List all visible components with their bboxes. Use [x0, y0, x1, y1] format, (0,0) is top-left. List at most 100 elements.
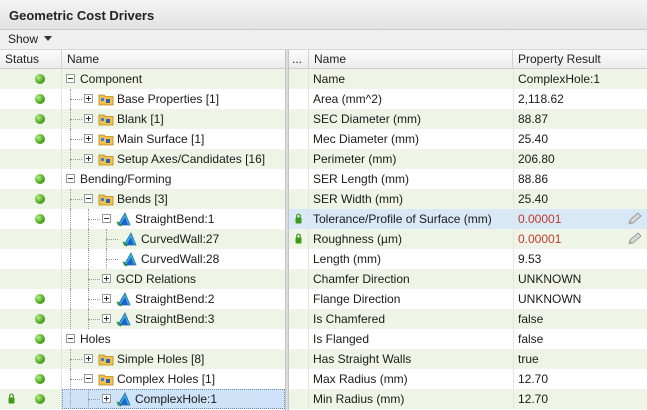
property-name-column-header[interactable]: Name	[309, 50, 513, 69]
property-row[interactable]: Tolerance/Profile of Surface (mm) 0.00001	[289, 209, 647, 229]
property-name: Flange Direction	[313, 292, 401, 306]
tree-row[interactable]: Holes	[0, 329, 285, 349]
status-cell	[0, 149, 62, 169]
expand-toggle[interactable]	[102, 394, 111, 403]
property-row[interactable]: Perimeter (mm) 206.80	[289, 149, 647, 169]
status-cell	[0, 169, 62, 189]
edit-pencil-icon[interactable]	[626, 231, 642, 247]
property-row[interactable]: SER Length (mm) 88.86	[289, 169, 647, 189]
status-column-header[interactable]: Status	[0, 50, 62, 69]
collapse-toggle[interactable]	[84, 374, 93, 383]
minus-stroke	[68, 178, 73, 179]
tree-name-cell[interactable]: Base Properties [1]	[62, 89, 285, 109]
status-cell	[0, 269, 62, 289]
property-marker-cell	[289, 269, 309, 289]
tree-row[interactable]: Main Surface [1]	[0, 129, 285, 149]
property-row[interactable]: Mec Diameter (mm) 25.40	[289, 129, 647, 149]
tree-row[interactable]: CurvedWall:27	[0, 229, 285, 249]
property-row[interactable]: Flange Direction UNKNOWN	[289, 289, 647, 309]
plus-stroke	[106, 396, 107, 401]
property-row[interactable]: Is Chamfered false	[289, 309, 647, 329]
property-row[interactable]: Name ComplexHole:1	[289, 69, 647, 89]
tree-row[interactable]: StraightBend:1	[0, 209, 285, 229]
property-row[interactable]: Chamfer Direction UNKNOWN	[289, 269, 647, 289]
tree-item-label: ComplexHole:1	[135, 392, 218, 406]
expand-toggle[interactable]	[84, 354, 93, 363]
property-row[interactable]: Min Radius (mm) 12.70	[289, 389, 647, 409]
status-cell	[0, 189, 62, 209]
tree-name-cell[interactable]: Bends [3]	[62, 189, 285, 209]
collapse-toggle[interactable]	[102, 214, 111, 223]
property-row[interactable]: Is Flanged false	[289, 329, 647, 349]
tree-name-cell[interactable]: StraightBend:1	[62, 209, 285, 229]
expand-toggle[interactable]	[84, 154, 93, 163]
expand-toggle[interactable]	[84, 134, 93, 143]
marker-column-header[interactable]: ...	[289, 50, 309, 69]
tree-name-cell[interactable]: Setup Axes/Candidates [16]	[62, 149, 285, 169]
property-row[interactable]: Area (mm^2) 2,118.62	[289, 89, 647, 109]
folder-icon	[98, 352, 114, 366]
property-name: SER Width (mm)	[313, 192, 403, 206]
tree-row[interactable]: Complex Holes [1]	[0, 369, 285, 389]
tree-name-cell[interactable]: GCD Relations	[62, 269, 285, 289]
folder-icon	[98, 152, 114, 166]
expand-toggle[interactable]	[102, 314, 111, 323]
property-row[interactable]: Roughness (µm) 0.00001	[289, 229, 647, 249]
tree-name-cell[interactable]: CurvedWall:27	[62, 229, 285, 249]
property-value: ComplexHole:1	[518, 72, 601, 86]
expand-toggle[interactable]	[102, 274, 111, 283]
tree-row[interactable]: Bending/Forming	[0, 169, 285, 189]
expand-toggle[interactable]	[84, 94, 93, 103]
tree-row[interactable]: Simple Holes [8]	[0, 349, 285, 369]
property-row[interactable]: Max Radius (mm) 12.70	[289, 369, 647, 389]
title-bar: Geometric Cost Drivers	[0, 0, 647, 30]
tree-name-cell[interactable]: StraightBend:3	[62, 309, 285, 329]
expand-toggle[interactable]	[102, 294, 111, 303]
property-row[interactable]: SER Width (mm) 25.40	[289, 189, 647, 209]
tree-row[interactable]: ComplexHole:1	[0, 389, 285, 409]
tree-row[interactable]: Blank [1]	[0, 109, 285, 129]
tree-row[interactable]: Bends [3]	[0, 189, 285, 209]
property-marker-cell	[289, 229, 309, 249]
tree-name-cell[interactable]: StraightBend:2	[62, 289, 285, 309]
tree-row[interactable]: StraightBend:3	[0, 309, 285, 329]
tree-row[interactable]: Setup Axes/Candidates [16]	[0, 149, 285, 169]
column-divider	[513, 349, 514, 369]
collapse-toggle[interactable]	[66, 334, 75, 343]
lock-icon	[295, 213, 302, 224]
tree-row[interactable]: StraightBend:2	[0, 289, 285, 309]
property-row[interactable]: SEC Diameter (mm) 88.87	[289, 109, 647, 129]
tree-name-cell[interactable]: Blank [1]	[62, 109, 285, 129]
property-value: 88.86	[518, 172, 549, 186]
window-title: Geometric Cost Drivers	[9, 8, 155, 23]
tree-guide-line	[70, 389, 71, 409]
tree-name-cell[interactable]: ComplexHole:1	[62, 389, 285, 409]
tree-name-cell[interactable]: Bending/Forming	[62, 169, 285, 189]
tree-name-cell[interactable]: Simple Holes [8]	[62, 349, 285, 369]
tree-row[interactable]: GCD Relations	[0, 269, 285, 289]
collapse-toggle[interactable]	[84, 194, 93, 203]
tree-item-label: StraightBend:2	[135, 292, 215, 306]
tree-name-cell[interactable]: CurvedWall:28	[62, 249, 285, 269]
tree-name-cell[interactable]: Component	[62, 69, 285, 89]
tree-row[interactable]: CurvedWall:28	[0, 249, 285, 269]
edit-pencil-icon[interactable]	[626, 211, 642, 227]
status-ok-icon	[35, 194, 45, 204]
property-result-column-header[interactable]: Property Result	[513, 50, 647, 69]
collapse-toggle[interactable]	[66, 74, 75, 83]
column-divider	[513, 369, 514, 389]
tree-name-cell[interactable]: Main Surface [1]	[62, 129, 285, 149]
tree-row[interactable]: Component	[0, 69, 285, 89]
property-row[interactable]: Length (mm) 9.53	[289, 249, 647, 269]
show-menu-button[interactable]: Show	[8, 32, 53, 47]
collapse-toggle[interactable]	[66, 174, 75, 183]
expand-toggle[interactable]	[84, 114, 93, 123]
status-cell	[0, 129, 62, 149]
plus-stroke	[106, 276, 107, 281]
minus-stroke	[68, 338, 73, 339]
name-column-header[interactable]: Name	[62, 50, 285, 69]
tree-name-cell[interactable]: Complex Holes [1]	[62, 369, 285, 389]
tree-row[interactable]: Base Properties [1]	[0, 89, 285, 109]
property-row[interactable]: Has Straight Walls true	[289, 349, 647, 369]
tree-name-cell[interactable]: Holes	[62, 329, 285, 349]
